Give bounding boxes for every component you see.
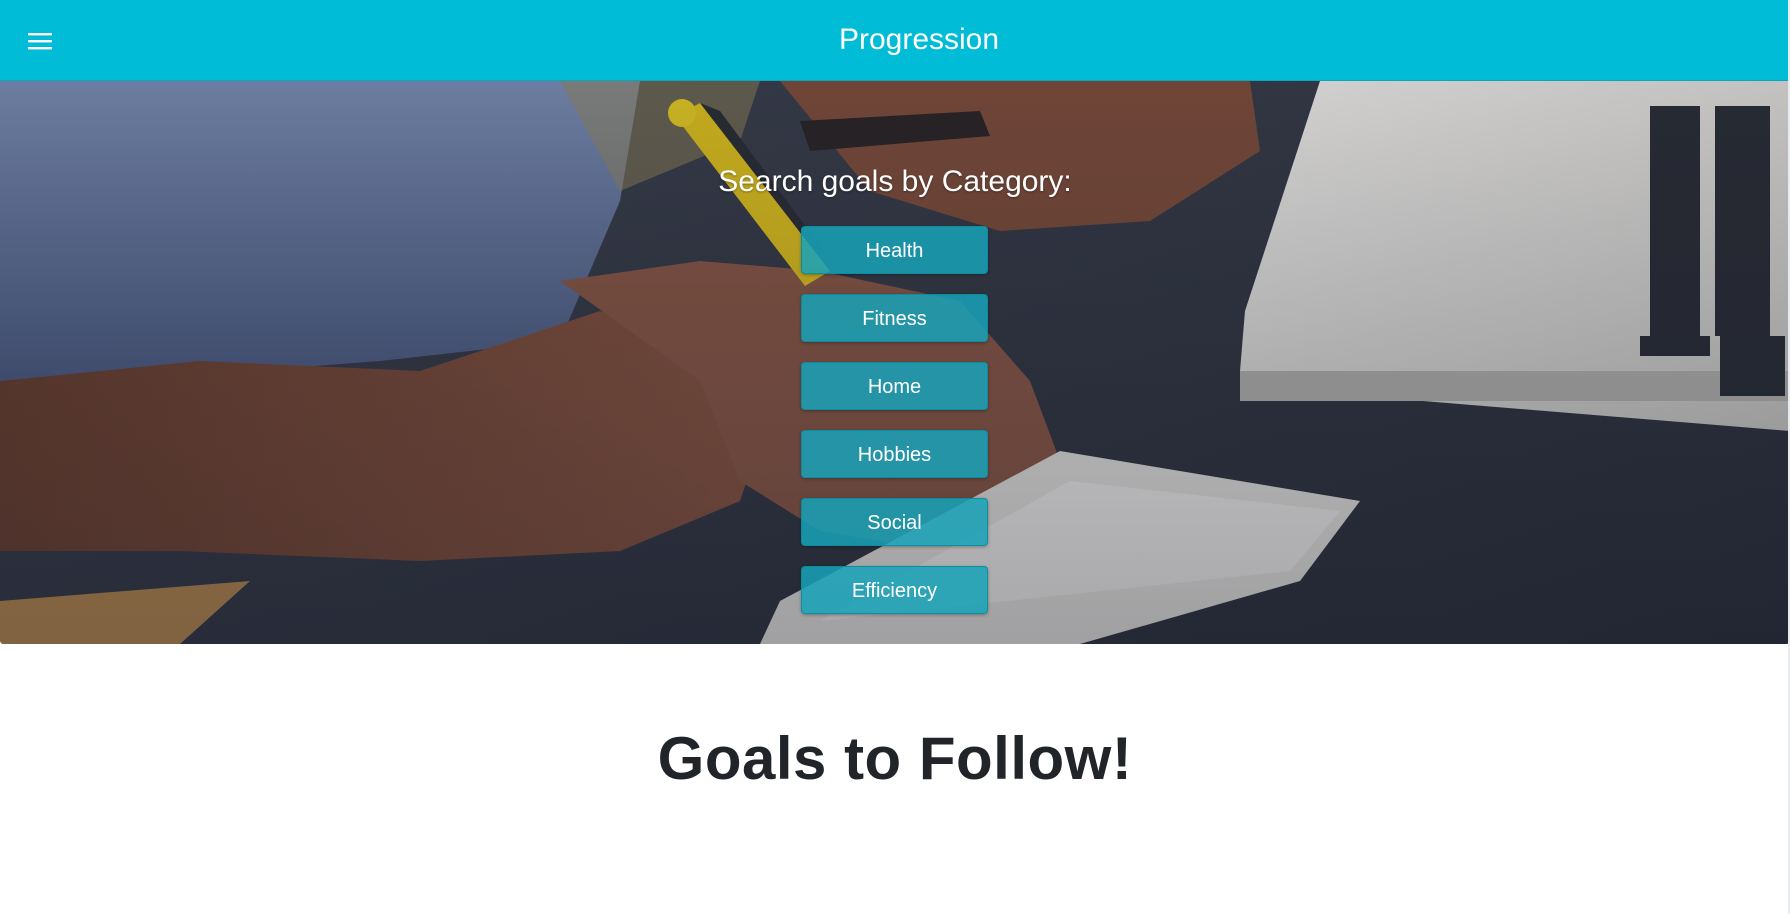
hero-banner: Search goals by Category: Health Fitness… bbox=[0, 81, 1790, 644]
category-button-efficiency[interactable]: Efficiency bbox=[801, 566, 988, 614]
category-button-home[interactable]: Home bbox=[801, 362, 988, 410]
section-title: Goals to Follow! bbox=[657, 725, 1133, 793]
category-button-fitness[interactable]: Fitness bbox=[801, 294, 988, 342]
app-title[interactable]: Progression bbox=[0, 21, 1790, 59]
category-button-health[interactable]: Health bbox=[801, 226, 988, 274]
top-navbar: Progression bbox=[0, 0, 1790, 81]
category-button-hobbies[interactable]: Hobbies bbox=[801, 430, 988, 478]
category-search-heading: Search goals by Category: bbox=[718, 165, 1072, 198]
category-button-list: Health Fitness Home Hobbies Social Effic… bbox=[801, 226, 988, 634]
category-button-social[interactable]: Social bbox=[801, 498, 988, 546]
page: Progression Search goals by Category: He… bbox=[0, 0, 1790, 914]
